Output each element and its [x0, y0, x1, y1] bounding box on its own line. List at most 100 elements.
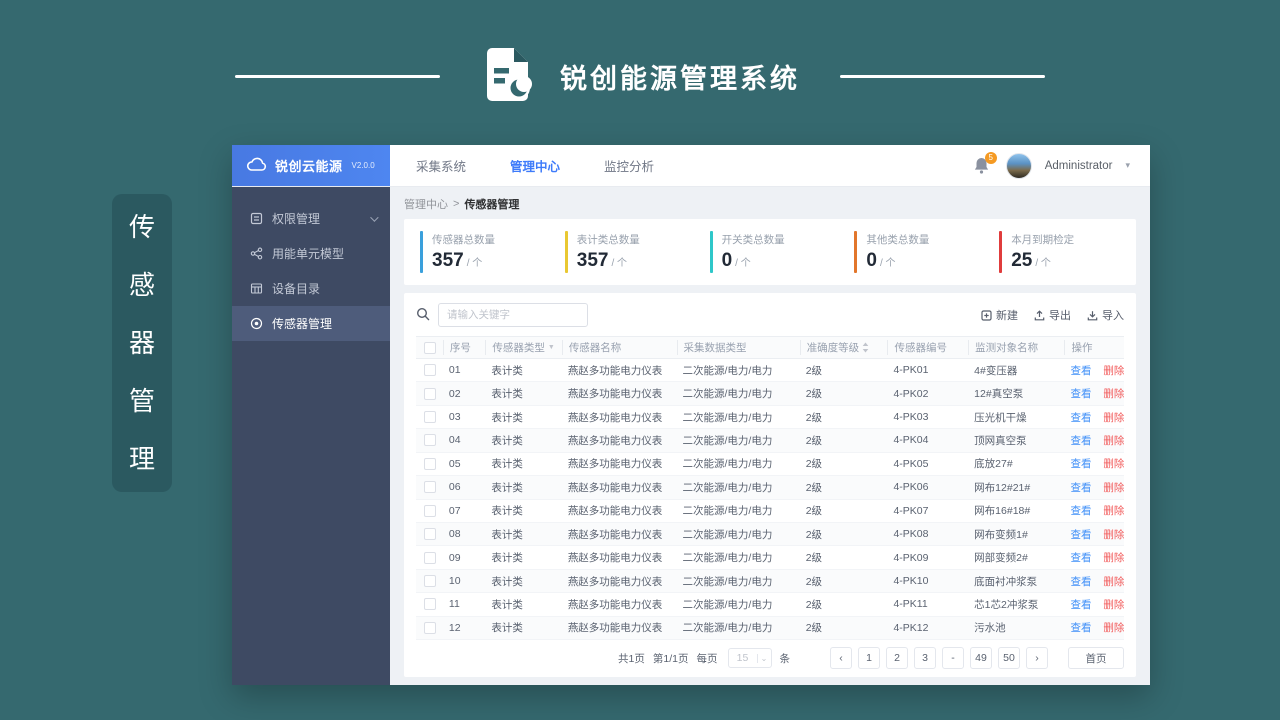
- page-number-button[interactable]: 50: [998, 647, 1020, 669]
- row-checkbox[interactable]: [424, 575, 437, 587]
- delete-link[interactable]: 删除: [1103, 597, 1124, 612]
- select-all-checkbox[interactable]: [424, 341, 437, 354]
- page-number-button[interactable]: 49: [970, 647, 992, 669]
- delete-link[interactable]: 删除: [1103, 433, 1124, 448]
- cell-data-type: 二次能源/电力/电力: [682, 434, 773, 447]
- notification-badge: 5: [984, 151, 997, 164]
- cell-accuracy: 2级: [805, 458, 823, 471]
- home-page-button[interactable]: 首页: [1068, 647, 1124, 669]
- row-checkbox[interactable]: [424, 411, 437, 424]
- cell-no: 06: [448, 481, 461, 494]
- sidebar-item-permissions[interactable]: 权限管理: [232, 201, 390, 236]
- cell-type: 表计类: [491, 598, 523, 611]
- filter-icon[interactable]: ▼: [548, 344, 555, 351]
- import-button[interactable]: 导入: [1087, 307, 1124, 323]
- user-menu-caret-icon[interactable]: ▾: [1125, 160, 1130, 171]
- table-row: 02 表计类 燕赵多功能电力仪表 二次能源/电力/电力 2级 4-PK02 12…: [416, 382, 1124, 406]
- row-checkbox[interactable]: [424, 598, 437, 611]
- page-number-button[interactable]: 1: [858, 647, 880, 669]
- prev-page-button[interactable]: ‹: [830, 647, 852, 669]
- table-row: 07 表计类 燕赵多功能电力仪表 二次能源/电力/电力 2级 4-PK07 网布…: [416, 500, 1124, 523]
- cell-accuracy: 2级: [805, 481, 823, 494]
- per-page-select[interactable]: 15 ⌄: [727, 648, 772, 668]
- delete-link[interactable]: 删除: [1103, 480, 1124, 495]
- row-checkbox[interactable]: [424, 504, 437, 517]
- cell-name: 燕赵多功能电力仪表: [567, 364, 663, 377]
- page-number-button[interactable]: 3: [914, 647, 936, 669]
- view-link[interactable]: 查看: [1070, 386, 1091, 401]
- sidebar-item-device-catalog[interactable]: 设备目录: [232, 271, 390, 306]
- page-number-button[interactable]: 2: [886, 647, 908, 669]
- delete-link[interactable]: 删除: [1103, 386, 1124, 401]
- delete-link[interactable]: 删除: [1103, 410, 1124, 425]
- delete-link[interactable]: 删除: [1103, 550, 1124, 565]
- nav-item-monitor[interactable]: 监控分析: [604, 156, 654, 175]
- cell-accuracy: 2级: [805, 411, 823, 424]
- row-checkbox[interactable]: [424, 364, 437, 377]
- side-tag-char: 管: [128, 386, 155, 416]
- app-topbar: 锐创云能源 V2.0.0 采集系统 管理中心 监控分析 5 Administra…: [232, 145, 1150, 187]
- stat-value: 357/ 个: [432, 250, 483, 271]
- row-checkbox[interactable]: [424, 621, 437, 634]
- row-checkbox[interactable]: [424, 551, 437, 564]
- side-tag-sensor-management: 传感器管理: [112, 194, 172, 492]
- sidebar-item-energy-unit-model[interactable]: 用能单元模型: [232, 236, 390, 271]
- row-checkbox[interactable]: [424, 387, 437, 400]
- cell-type: 表计类: [491, 364, 523, 377]
- cell-data-type: 二次能源/电力/电力: [682, 458, 773, 471]
- row-checkbox[interactable]: [424, 481, 437, 494]
- table-row: 08 表计类 燕赵多功能电力仪表 二次能源/电力/电力 2级 4-PK08 网布…: [416, 522, 1124, 547]
- cell-type: 表计类: [491, 388, 523, 401]
- view-link[interactable]: 查看: [1070, 597, 1091, 612]
- export-button[interactable]: 导出: [1034, 307, 1071, 323]
- cell-type: 表计类: [491, 505, 523, 518]
- cell-accuracy: 2级: [805, 622, 823, 635]
- delete-link[interactable]: 删除: [1103, 574, 1124, 589]
- view-link[interactable]: 查看: [1070, 480, 1091, 495]
- search-input[interactable]: [438, 303, 588, 327]
- view-link[interactable]: 查看: [1070, 456, 1091, 471]
- notification-bell-icon[interactable]: 5: [973, 151, 997, 176]
- cell-target: 网布16#18#: [974, 505, 1031, 518]
- view-link[interactable]: 查看: [1070, 410, 1091, 425]
- delete-link[interactable]: 删除: [1103, 503, 1124, 518]
- user-name[interactable]: Administrator: [1045, 160, 1113, 172]
- stat-color-bar: [854, 231, 858, 273]
- delete-link[interactable]: 删除: [1103, 363, 1124, 378]
- cell-target: 12#真空泵: [974, 388, 1024, 401]
- cell-accuracy: 2级: [805, 552, 823, 565]
- view-link[interactable]: 查看: [1070, 527, 1091, 542]
- row-checkbox[interactable]: [424, 434, 437, 447]
- table-toolbar: 新建 导出: [416, 302, 1124, 328]
- table-row: 10 表计类 燕赵多功能电力仪表 二次能源/电力/电力 2级 4-PK10 底面…: [416, 569, 1124, 594]
- delete-link[interactable]: 删除: [1103, 620, 1124, 635]
- next-page-button[interactable]: ›: [1026, 647, 1048, 669]
- sidebar-item-sensor-management[interactable]: 传感器管理: [232, 306, 390, 341]
- delete-link[interactable]: 删除: [1103, 456, 1124, 471]
- view-link[interactable]: 查看: [1070, 574, 1091, 589]
- row-checkbox[interactable]: [424, 457, 437, 470]
- view-link[interactable]: 查看: [1070, 433, 1091, 448]
- view-link[interactable]: 查看: [1070, 620, 1091, 635]
- col-header-target: 监测对象名称: [968, 340, 1064, 355]
- permission-doc-icon: [250, 212, 263, 225]
- stat-item: 本月到期检定 25/ 个: [987, 231, 1132, 273]
- view-link[interactable]: 查看: [1070, 363, 1091, 378]
- breadcrumb-parent[interactable]: 管理中心: [404, 196, 448, 212]
- sort-icon[interactable]: [862, 342, 869, 353]
- view-link[interactable]: 查看: [1070, 550, 1091, 565]
- stat-color-bar: [709, 231, 713, 273]
- delete-link[interactable]: 删除: [1103, 527, 1124, 542]
- export-arrow-up-icon: [1034, 309, 1045, 320]
- col-header-type: 传感器类型 ▼: [485, 340, 561, 355]
- nav-item-collect[interactable]: 采集系统: [416, 156, 466, 175]
- cell-target: 网部变频2#: [974, 552, 1028, 565]
- new-button[interactable]: 新建: [981, 307, 1018, 323]
- page-number-button[interactable]: -: [942, 647, 964, 669]
- user-avatar[interactable]: [1005, 152, 1032, 179]
- row-checkbox[interactable]: [424, 528, 437, 541]
- sidebar-item-label: 权限管理: [272, 212, 321, 226]
- view-link[interactable]: 查看: [1070, 503, 1091, 518]
- cell-data-type: 二次能源/电力/电力: [682, 622, 773, 635]
- nav-item-manage[interactable]: 管理中心: [510, 156, 560, 175]
